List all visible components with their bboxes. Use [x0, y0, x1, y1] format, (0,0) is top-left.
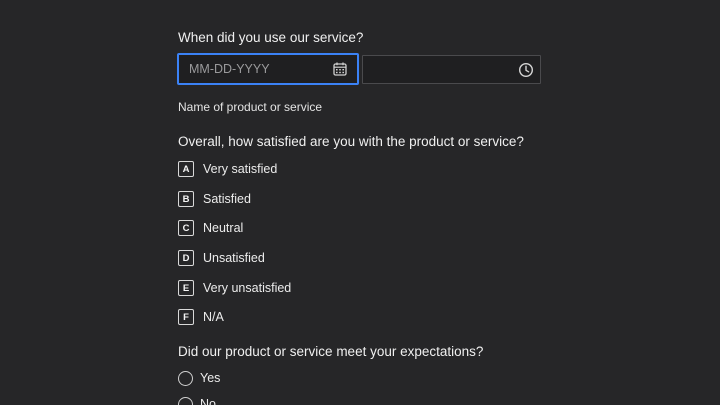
choice-label: Satisfied — [203, 192, 251, 206]
radio-option-no[interactable]: No — [178, 395, 216, 405]
choice-option-f[interactable]: F N/A — [178, 308, 224, 326]
choice-label: Very satisfied — [203, 162, 278, 176]
question-service-date-title: When did you use our service? — [178, 30, 364, 45]
radio-option-yes[interactable]: Yes — [178, 369, 220, 387]
choice-option-b[interactable]: B Satisfied — [178, 190, 251, 208]
product-name-label: Name of product or service — [178, 100, 323, 114]
question-satisfaction-title: Overall, how satisfied are you with the … — [178, 134, 524, 149]
choice-label: Very unsatisfied — [203, 281, 292, 295]
calendar-icon[interactable] — [332, 61, 348, 77]
choice-option-d[interactable]: D Unsatisfied — [178, 249, 265, 267]
choice-option-e[interactable]: E Very unsatisfied — [178, 279, 291, 297]
choice-option-a[interactable]: A Very satisfied — [178, 160, 277, 178]
time-field[interactable] — [362, 55, 541, 84]
survey-form: When did you use our service? Name of pr… — [0, 0, 720, 405]
choice-label: Neutral — [203, 221, 244, 235]
date-input[interactable] — [179, 55, 357, 83]
choice-label: N/A — [203, 310, 224, 324]
choice-key-badge: B — [178, 191, 194, 207]
choice-key-badge: C — [178, 220, 194, 236]
choice-option-c[interactable]: C Neutral — [178, 219, 243, 237]
time-input[interactable] — [363, 56, 540, 83]
radio-circle[interactable] — [178, 396, 193, 405]
radio-label: Yes — [200, 371, 221, 385]
choice-label: Unsatisfied — [203, 251, 265, 265]
radio-circle[interactable] — [178, 370, 193, 386]
choice-key-badge: D — [178, 250, 194, 266]
choice-key-badge: A — [178, 161, 194, 177]
choice-key-badge: F — [178, 309, 194, 325]
date-field[interactable] — [178, 54, 358, 84]
radio-label: No — [200, 397, 216, 405]
clock-icon[interactable] — [518, 62, 534, 78]
choice-key-badge: E — [178, 280, 194, 296]
question-expectations-title: Did our product or service meet your exp… — [178, 344, 484, 359]
